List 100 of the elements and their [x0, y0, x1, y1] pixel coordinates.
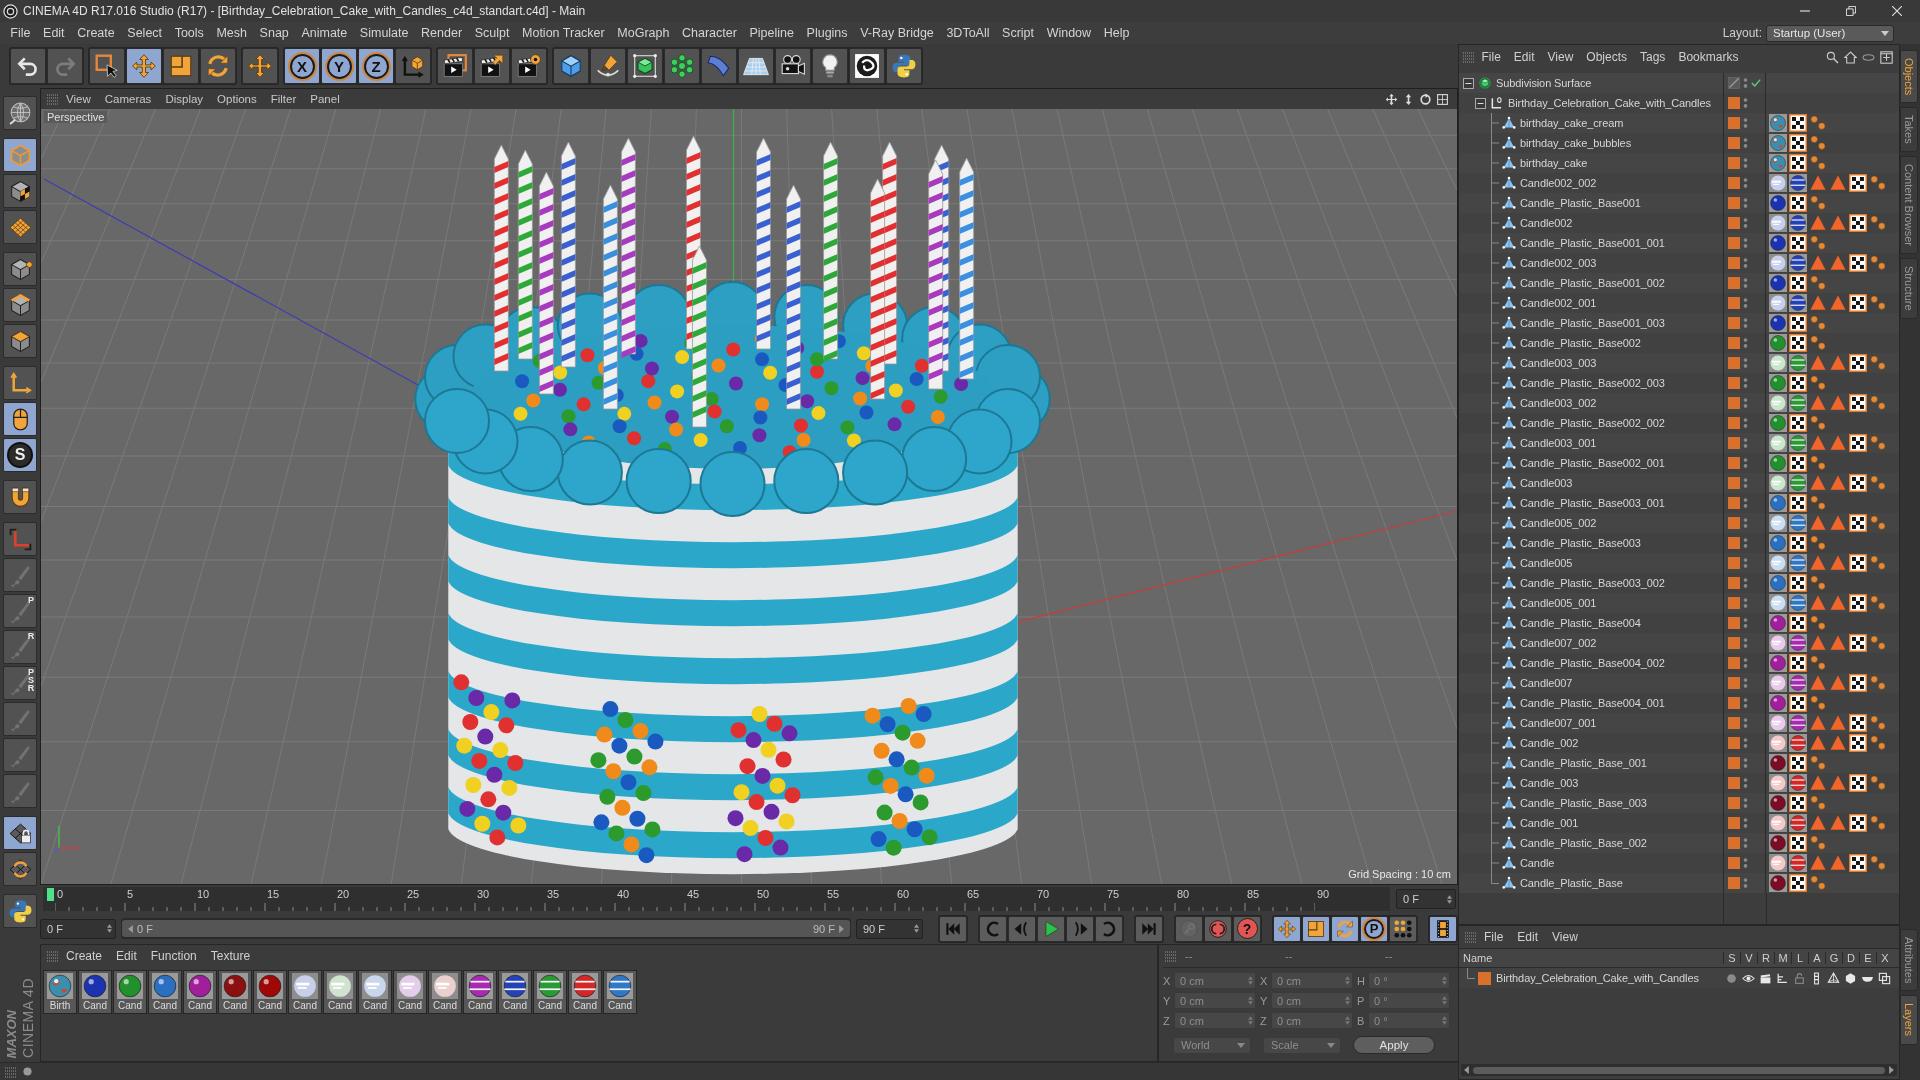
- side-tab[interactable]: Content Browser: [1900, 156, 1918, 254]
- visibility-dots-icon[interactable]: [1743, 777, 1748, 789]
- cloner-button[interactable]: [664, 48, 700, 84]
- start-frame-field[interactable]: 0 F: [40, 918, 116, 939]
- layer-swatch-icon[interactable]: [1728, 377, 1740, 389]
- material-item[interactable]: Cand: [288, 970, 322, 1014]
- scale-tool-button[interactable]: [1302, 915, 1330, 942]
- checker-icon[interactable]: [1789, 874, 1807, 892]
- checker-icon[interactable]: [1789, 194, 1807, 212]
- object-row[interactable]: Candle_Plastic_Base004_002: [1459, 653, 1899, 673]
- dots-icon[interactable]: [1809, 194, 1827, 212]
- checker-icon[interactable]: [1789, 154, 1807, 172]
- axis-lock-button[interactable]: Z: [358, 48, 394, 84]
- material-item[interactable]: Cand: [323, 970, 357, 1014]
- sphere-icon[interactable]: [1769, 874, 1787, 892]
- striped-sphere-icon[interactable]: [1789, 634, 1807, 652]
- orbit-icon[interactable]: [1419, 92, 1432, 106]
- hierarchy-icon[interactable]: [1776, 971, 1789, 985]
- object-row[interactable]: Candle_Plastic_Base001: [1459, 193, 1899, 213]
- rotate-tool-button[interactable]: [1331, 915, 1359, 942]
- column-header[interactable]: X: [1876, 952, 1893, 964]
- object-row[interactable]: Candle005_001: [1459, 593, 1899, 613]
- object-row[interactable]: Candle_Plastic_Base_003: [1459, 793, 1899, 813]
- dots-icon[interactable]: [1809, 454, 1827, 472]
- menu-item[interactable]: Window: [1040, 26, 1098, 40]
- object-row[interactable]: Candle005: [1459, 553, 1899, 573]
- layer-swatch-icon[interactable]: [1728, 677, 1740, 689]
- dots-icon[interactable]: [1869, 294, 1887, 312]
- checker-icon[interactable]: [1789, 654, 1807, 672]
- layer-swatch-icon[interactable]: [1728, 457, 1740, 469]
- layer-swatch-icon[interactable]: [1728, 557, 1740, 569]
- visibility-dots-icon[interactable]: [1743, 297, 1748, 309]
- layer-swatch-icon[interactable]: [1728, 757, 1740, 769]
- visibility-dots-icon[interactable]: [1743, 757, 1748, 769]
- visibility-dots-icon[interactable]: [1743, 217, 1748, 229]
- striped-sphere-icon[interactable]: [1789, 554, 1807, 572]
- dots-icon[interactable]: [1869, 474, 1887, 492]
- checker-icon[interactable]: [1849, 814, 1867, 832]
- maximize-icon[interactable]: [1436, 92, 1449, 106]
- menu-item[interactable]: Mesh: [210, 26, 254, 40]
- visibility-dots-icon[interactable]: [1743, 797, 1748, 809]
- dots-icon[interactable]: [1809, 114, 1827, 132]
- layer-swatch-icon[interactable]: [1728, 497, 1740, 509]
- column-header[interactable]: A: [1808, 952, 1825, 964]
- next-key-button[interactable]: [1095, 915, 1123, 942]
- layer-swatch-icon[interactable]: [1728, 297, 1740, 309]
- layer-swatch-icon[interactable]: [1728, 137, 1740, 149]
- layer-swatch-icon[interactable]: [1728, 517, 1740, 529]
- material-item[interactable]: Cand: [498, 970, 532, 1014]
- python-button[interactable]: [886, 48, 922, 84]
- model-mode-button[interactable]: [3, 138, 37, 172]
- visibility-dots-icon[interactable]: [1743, 837, 1748, 849]
- menu-item[interactable]: Render: [414, 26, 469, 40]
- column-header[interactable]: G: [1825, 952, 1842, 964]
- column-header[interactable]: E: [1859, 952, 1876, 964]
- undo-button[interactable]: [10, 48, 46, 84]
- move-tool-button[interactable]: [126, 48, 162, 84]
- visibility-dots-icon[interactable]: [1743, 537, 1748, 549]
- render-button[interactable]: [474, 48, 510, 84]
- menu-item[interactable]: Create: [59, 949, 110, 963]
- layer-swatch-icon[interactable]: [1728, 157, 1740, 169]
- menu-item[interactable]: Help: [1097, 26, 1136, 40]
- move-tool-button[interactable]: [1273, 915, 1301, 942]
- menu-item[interactable]: MoGraph: [611, 26, 676, 40]
- autokey-button[interactable]: ?: [1233, 915, 1261, 942]
- check-icon[interactable]: [1751, 78, 1761, 88]
- object-row[interactable]: Candle003: [1459, 473, 1899, 493]
- layer-swatch-icon[interactable]: [1728, 397, 1740, 409]
- dots-icon[interactable]: [1809, 334, 1827, 352]
- layout-dropdown[interactable]: Startup (User): [1766, 24, 1894, 42]
- dots-icon[interactable]: [1809, 834, 1827, 852]
- menu-item[interactable]: Animate: [295, 26, 354, 40]
- striped-sphere-icon[interactable]: [1789, 174, 1807, 192]
- object-row[interactable]: Candle002: [1459, 213, 1899, 233]
- grip-icon[interactable]: [1165, 950, 1177, 962]
- material-item[interactable]: Cand: [113, 970, 147, 1014]
- menu-item[interactable]: View: [1541, 50, 1580, 64]
- object-row[interactable]: Candle_Plastic_Base_002: [1459, 833, 1899, 853]
- workplane-rotate-button[interactable]: [3, 852, 37, 886]
- object-row[interactable]: Candle_Plastic_Base002_003: [1459, 373, 1899, 393]
- object-row[interactable]: Subdivision Surface: [1459, 73, 1899, 93]
- checker-icon[interactable]: [1849, 354, 1867, 372]
- dots-icon[interactable]: [1809, 154, 1827, 172]
- column-header[interactable]: V: [1740, 952, 1757, 964]
- layer-swatch-icon[interactable]: [1728, 237, 1740, 249]
- visibility-dots-icon[interactable]: [1743, 117, 1748, 129]
- render-settings-button[interactable]: [511, 48, 547, 84]
- visibility-dots-icon[interactable]: [1743, 637, 1748, 649]
- rotate-tool-button[interactable]: [200, 48, 236, 84]
- menu-item[interactable]: Cameras: [97, 93, 159, 105]
- checker-icon[interactable]: [1789, 274, 1807, 292]
- visibility-dots-icon[interactable]: [1743, 317, 1748, 329]
- visibility-dots-icon[interactable]: [1743, 97, 1748, 109]
- dots-icon[interactable]: [1869, 774, 1887, 792]
- layer-swatch-icon[interactable]: [1728, 177, 1740, 189]
- dots-icon[interactable]: [1809, 414, 1827, 432]
- layer-swatch-icon[interactable]: [1728, 417, 1740, 429]
- visibility-dots-icon[interactable]: [1743, 517, 1748, 529]
- clapperboard-icon[interactable]: [1759, 971, 1772, 985]
- menu-item[interactable]: Create: [70, 26, 121, 40]
